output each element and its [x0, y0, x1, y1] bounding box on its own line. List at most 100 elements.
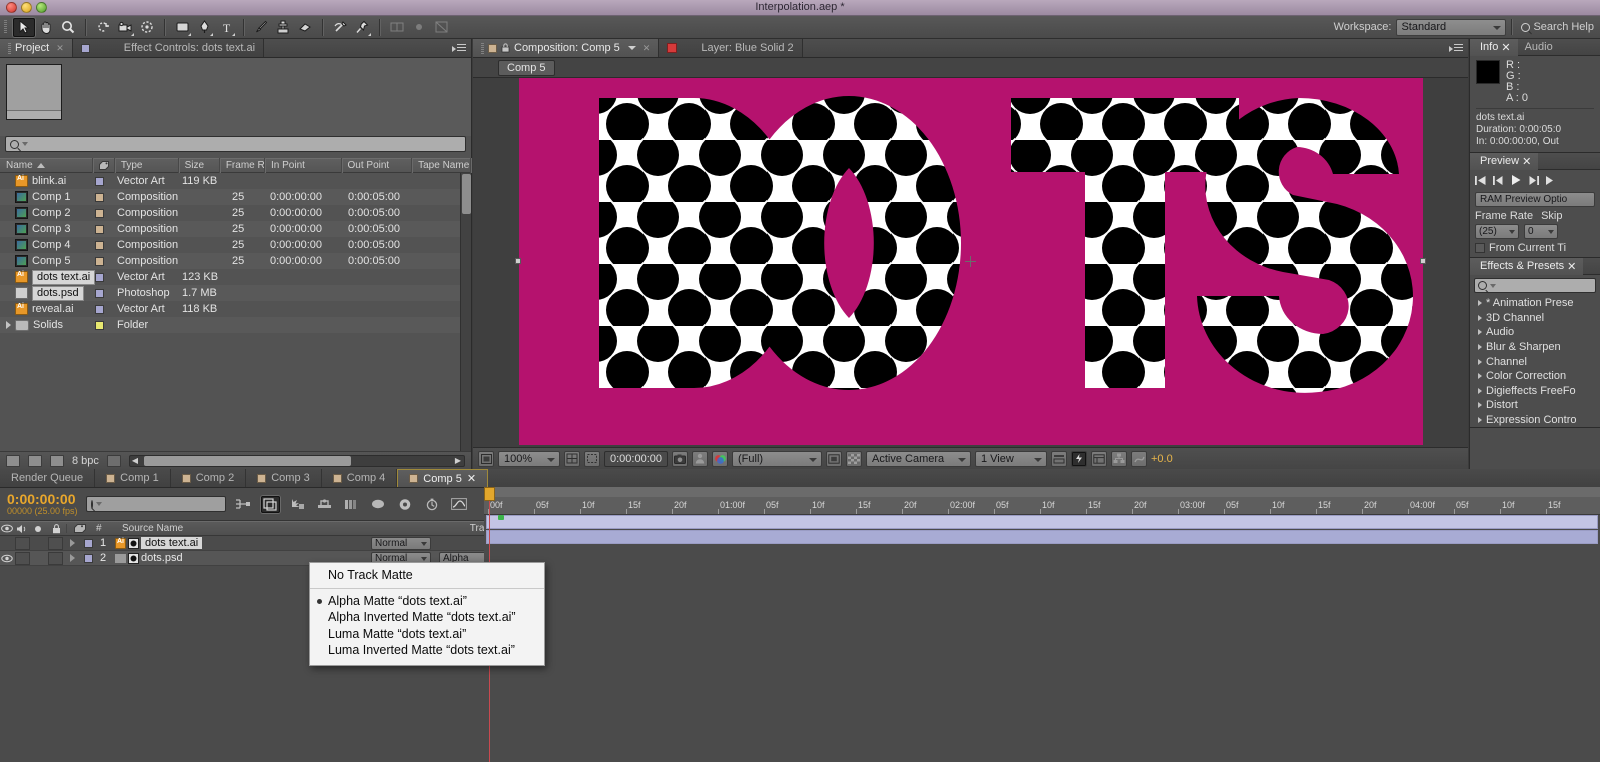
graph-editor-icon[interactable]: [450, 496, 469, 513]
workspace-select[interactable]: Standard: [1396, 18, 1507, 36]
toolbar-grip[interactable]: [0, 16, 10, 39]
timeline-flowchart-icon[interactable]: [1091, 450, 1107, 467]
skip-select[interactable]: 0: [1524, 224, 1558, 239]
tab-preview[interactable]: Preview ✕: [1470, 152, 1539, 170]
blending-mode-select[interactable]: Normal: [371, 536, 431, 550]
hide-shy-layers-icon[interactable]: [288, 496, 307, 513]
label-color-swatch[interactable]: [95, 272, 104, 282]
show-snapshot-icon[interactable]: [692, 450, 708, 467]
interpret-footage-button[interactable]: [6, 454, 20, 467]
effects-category-list[interactable]: * Animation Prese 3D Channel Audio Blur & S…: [1470, 296, 1600, 427]
frame-rate-select[interactable]: (25): [1475, 224, 1519, 239]
project-item-row[interactable]: Comp 3 Composition 25 0:00:00:00 0:00:05:00: [0, 221, 471, 237]
layer-lock-switch[interactable]: [48, 536, 63, 550]
label-color-swatch[interactable]: [95, 208, 104, 218]
disclosure-triangle-icon[interactable]: [1478, 300, 1482, 307]
project-search-input[interactable]: [5, 136, 466, 152]
world-axis-mode-icon[interactable]: [408, 18, 430, 37]
layer-disclosure-triangle[interactable]: [64, 539, 80, 547]
column-out-point[interactable]: Out Point: [342, 158, 413, 173]
layer-audio-switch[interactable]: [15, 536, 30, 550]
track-matte-menu-item[interactable]: Alpha Inverted Matte “dots text.ai”: [310, 609, 544, 626]
project-item-row[interactable]: Solids Folder: [0, 317, 471, 333]
effects-category-item[interactable]: Channel: [1470, 354, 1600, 369]
resolution-select[interactable]: (Full): [732, 450, 822, 467]
layer-disclosure-triangle[interactable]: [64, 554, 80, 562]
timeline-track-grid[interactable]: [484, 515, 1600, 762]
view-layout-select[interactable]: 1 View: [975, 450, 1047, 467]
timeline-search-input[interactable]: [85, 496, 247, 512]
disclosure-triangle-icon[interactable]: [1478, 329, 1482, 336]
tab-layer-blue-solid-2[interactable]: Layer: Blue Solid 2: [659, 39, 803, 57]
hand-tool-icon[interactable]: [35, 18, 57, 37]
enable-frame-blending-icon[interactable]: [315, 496, 334, 513]
bit-depth-label[interactable]: 8 bpc: [72, 455, 99, 467]
disclosure-triangle-icon[interactable]: [1478, 417, 1482, 424]
layer-audio-switch[interactable]: [15, 551, 30, 565]
column-size[interactable]: Size: [179, 158, 220, 173]
close-icon[interactable]: ✕: [467, 472, 476, 485]
column-name[interactable]: Name: [0, 158, 94, 173]
always-preview-this-view-icon[interactable]: [478, 450, 494, 467]
solo-switch-header-icon[interactable]: [30, 525, 46, 533]
fast-previews-icon[interactable]: [1071, 450, 1087, 467]
draft-3d-icon[interactable]: [260, 495, 280, 513]
chevron-down-icon[interactable]: [627, 46, 636, 50]
project-vertical-scrollbar[interactable]: [460, 173, 471, 451]
disclosure-triangle-icon[interactable]: [1478, 373, 1482, 380]
composition-panel-menu-button[interactable]: [1446, 39, 1468, 57]
pen-tool-icon[interactable]: [193, 18, 215, 37]
column-label-swatch[interactable]: [93, 158, 115, 173]
close-icon[interactable]: ✕: [56, 43, 64, 54]
timeline-tab-comp-2[interactable]: Comp 2: [171, 469, 247, 487]
layer-name-cell[interactable]: dots text.ai: [141, 537, 371, 549]
disclosure-triangle-icon[interactable]: [1478, 402, 1482, 409]
puppet-pin-tool-icon[interactable]: [351, 18, 373, 37]
auto-keyframe-icon[interactable]: [396, 496, 415, 513]
search-help-button[interactable]: Search Help: [1517, 21, 1594, 33]
project-item-row[interactable]: blink.ai Vector Art 119 KB: [0, 173, 471, 189]
work-area-bar[interactable]: [484, 487, 1600, 497]
effects-category-item[interactable]: Audio: [1470, 325, 1600, 340]
project-item-row[interactable]: dots.psd Photoshop 1.7 MB: [0, 285, 471, 301]
first-frame-button[interactable]: [1475, 175, 1486, 188]
project-item-row[interactable]: Comp 4 Composition 25 0:00:00:00 0:00:05:00: [0, 237, 471, 253]
close-icon[interactable]: ✕: [643, 43, 651, 54]
shape-tool-icon[interactable]: [171, 18, 193, 37]
roto-brush-tool-icon[interactable]: [329, 18, 351, 37]
timeline-tab-comp-3[interactable]: Comp 3: [246, 469, 322, 487]
project-item-row[interactable]: Comp 1 Composition 25 0:00:00:00 0:00:05:00: [0, 189, 471, 205]
composition-canvas[interactable]: [515, 78, 1426, 445]
lock-switch-header-icon[interactable]: [46, 523, 66, 534]
tab-project[interactable]: Project ✕: [0, 39, 73, 57]
timeline-tab-render-queue[interactable]: Render Queue: [0, 469, 96, 487]
take-snapshot-icon[interactable]: [672, 450, 688, 467]
layer-label-swatch[interactable]: [84, 553, 93, 563]
toggle-transparency-grid-icon[interactable]: [846, 450, 862, 467]
column-frame-rate[interactable]: Frame R...: [220, 158, 265, 173]
selection-tool-icon[interactable]: [13, 17, 35, 37]
label-color-swatch[interactable]: [95, 192, 104, 202]
magnification-select[interactable]: 100%: [498, 450, 560, 467]
project-panel-menu-button[interactable]: [449, 39, 471, 57]
disclosure-triangle-icon[interactable]: [1478, 358, 1482, 365]
effects-category-item[interactable]: Blur & Sharpen: [1470, 340, 1600, 355]
camera-view-select[interactable]: Active Camera: [866, 450, 971, 467]
pan-behind-tool-icon[interactable]: [136, 18, 158, 37]
effects-category-item[interactable]: Distort: [1470, 398, 1600, 413]
effects-search-field[interactable]: [1499, 280, 1592, 291]
exposure-value[interactable]: +0.0: [1151, 453, 1173, 465]
label-color-swatch[interactable]: [95, 176, 104, 186]
close-icon[interactable]: ✕: [1567, 260, 1576, 273]
toggle-mask-paths-icon[interactable]: [826, 450, 842, 467]
video-switch-header-icon[interactable]: [0, 524, 14, 533]
layer-duration-bar-2[interactable]: [486, 530, 1598, 544]
close-icon[interactable]: ✕: [1501, 41, 1510, 54]
layer-number-column-header[interactable]: #: [92, 523, 116, 534]
timeline-search-field[interactable]: [104, 498, 247, 510]
label-color-swatch[interactable]: [95, 320, 104, 330]
timeline-current-time[interactable]: 0:00:00:00: [7, 492, 78, 506]
lock-icon[interactable]: [501, 43, 510, 53]
audio-switch-header-icon[interactable]: [14, 524, 30, 534]
brush-tool-icon[interactable]: [250, 18, 272, 37]
